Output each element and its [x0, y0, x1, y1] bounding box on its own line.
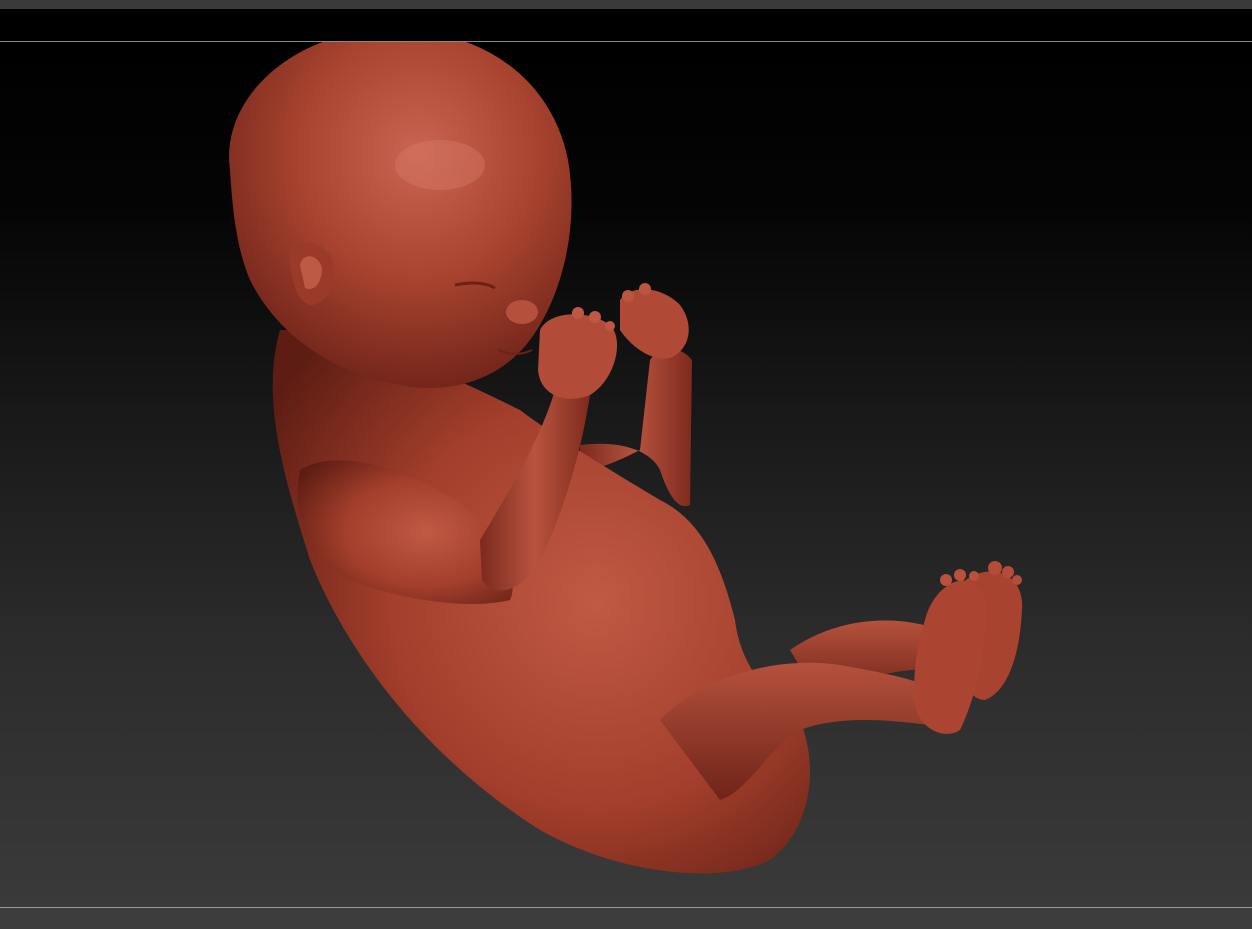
- 3d-viewport[interactable]: [0, 42, 1252, 907]
- sculpted-model[interactable]: [0, 42, 1252, 907]
- top-toolbar: [0, 9, 1252, 42]
- bottom-status-bar: [0, 907, 1252, 929]
- sculpt-app-window: [0, 0, 1252, 929]
